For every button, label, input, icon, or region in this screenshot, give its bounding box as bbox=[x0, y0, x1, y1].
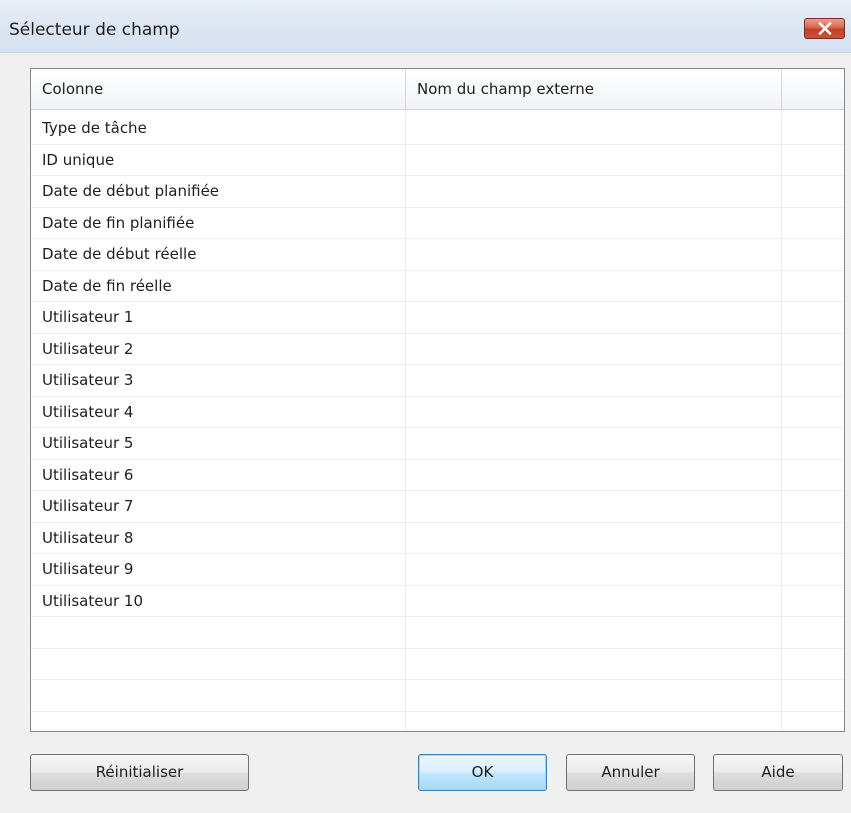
column-header-colonne[interactable]: Colonne bbox=[31, 69, 406, 109]
column-name-cell[interactable]: Utilisateur 3 bbox=[31, 365, 406, 396]
table-row[interactable]: Utilisateur 3 bbox=[31, 365, 844, 397]
column-name-cell[interactable]: Utilisateur 5 bbox=[31, 428, 406, 459]
external-field-cell[interactable] bbox=[406, 396, 782, 427]
column-header-extra[interactable] bbox=[782, 69, 844, 109]
table-row[interactable]: Date de fin planifiée bbox=[31, 207, 844, 239]
field-selector-dialog: Sélecteur de champ Colonne Nom du champ … bbox=[0, 0, 851, 813]
external-field-cell[interactable] bbox=[406, 176, 782, 207]
column-name-cell[interactable]: Utilisateur 10 bbox=[31, 585, 406, 616]
table-row[interactable] bbox=[31, 648, 844, 680]
external-field-cell[interactable] bbox=[406, 302, 782, 333]
external-field-cell[interactable] bbox=[406, 144, 782, 175]
external-field-cell[interactable] bbox=[406, 428, 782, 459]
grid-body: Type de tâche ID unique Date de début plan… bbox=[31, 113, 844, 732]
extra-cell bbox=[782, 712, 844, 732]
column-name-cell[interactable]: Utilisateur 4 bbox=[31, 396, 406, 427]
table-row[interactable]: Utilisateur 8 bbox=[31, 522, 844, 554]
table-row[interactable] bbox=[31, 711, 844, 732]
external-field-cell[interactable] bbox=[406, 207, 782, 238]
table-row[interactable]: Date de début réelle bbox=[31, 239, 844, 271]
extra-cell bbox=[782, 365, 844, 396]
extra-cell bbox=[782, 617, 844, 648]
column-name-cell[interactable]: Utilisateur 2 bbox=[31, 333, 406, 364]
title-bar[interactable]: Sélecteur de champ bbox=[0, 0, 851, 53]
extra-cell bbox=[782, 302, 844, 333]
column-name-cell[interactable]: Utilisateur 9 bbox=[31, 554, 406, 585]
table-row[interactable]: Utilisateur 10 bbox=[31, 585, 844, 617]
field-mapping-grid[interactable]: Colonne Nom du champ externe Type de tâc… bbox=[30, 68, 845, 732]
ok-button[interactable]: OK bbox=[418, 754, 547, 791]
external-field-cell[interactable] bbox=[406, 648, 782, 679]
column-name-cell[interactable]: Date de fin planifiée bbox=[31, 207, 406, 238]
column-name-cell[interactable] bbox=[31, 617, 406, 648]
column-name-cell[interactable]: Date de fin réelle bbox=[31, 270, 406, 301]
column-header-external-field-name[interactable]: Nom du champ externe bbox=[406, 69, 782, 109]
table-row[interactable]: Utilisateur 4 bbox=[31, 396, 844, 428]
table-row[interactable]: Utilisateur 2 bbox=[31, 333, 844, 365]
extra-cell bbox=[782, 208, 844, 239]
table-row[interactable] bbox=[31, 617, 844, 649]
column-name-cell[interactable]: Utilisateur 1 bbox=[31, 302, 406, 333]
external-field-cell[interactable] bbox=[406, 617, 782, 648]
external-field-cell[interactable] bbox=[406, 333, 782, 364]
extra-cell bbox=[782, 523, 844, 554]
external-field-cell[interactable] bbox=[406, 554, 782, 585]
column-name-cell[interactable]: Date de début réelle bbox=[31, 239, 406, 270]
extra-cell bbox=[782, 271, 844, 302]
extra-cell bbox=[782, 145, 844, 176]
external-field-cell[interactable] bbox=[406, 680, 782, 711]
extra-cell bbox=[782, 680, 844, 711]
column-name-cell[interactable]: Type de tâche bbox=[31, 113, 406, 144]
column-name-cell[interactable]: ID unique bbox=[31, 144, 406, 175]
extra-cell bbox=[782, 460, 844, 491]
extra-cell bbox=[782, 491, 844, 522]
extra-cell bbox=[782, 397, 844, 428]
external-field-cell[interactable] bbox=[406, 270, 782, 301]
table-row[interactable]: ID unique bbox=[31, 144, 844, 176]
extra-cell bbox=[782, 176, 844, 207]
column-name-cell[interactable] bbox=[31, 680, 406, 711]
reset-button[interactable]: Réinitialiser bbox=[30, 754, 249, 791]
extra-cell bbox=[782, 586, 844, 617]
column-name-cell[interactable]: Utilisateur 6 bbox=[31, 459, 406, 490]
help-button[interactable]: Aide bbox=[713, 754, 843, 791]
extra-cell bbox=[782, 428, 844, 459]
external-field-cell[interactable] bbox=[406, 711, 782, 731]
external-field-cell[interactable] bbox=[406, 585, 782, 616]
external-field-cell[interactable] bbox=[406, 113, 782, 144]
column-name-cell[interactable]: Utilisateur 7 bbox=[31, 491, 406, 522]
close-button[interactable] bbox=[804, 18, 845, 39]
extra-cell bbox=[782, 554, 844, 585]
table-row[interactable]: Utilisateur 7 bbox=[31, 491, 844, 523]
table-row[interactable]: Utilisateur 9 bbox=[31, 554, 844, 586]
external-field-cell[interactable] bbox=[406, 365, 782, 396]
external-field-cell[interactable] bbox=[406, 522, 782, 553]
table-row[interactable]: Date de début planifiée bbox=[31, 176, 844, 208]
extra-cell bbox=[782, 239, 844, 270]
cancel-button[interactable]: Annuler bbox=[566, 754, 695, 791]
extra-cell bbox=[782, 113, 844, 144]
external-field-cell[interactable] bbox=[406, 459, 782, 490]
column-name-cell[interactable]: Date de début planifiée bbox=[31, 176, 406, 207]
extra-cell bbox=[782, 649, 844, 680]
column-name-cell[interactable] bbox=[31, 648, 406, 679]
external-field-cell[interactable] bbox=[406, 491, 782, 522]
table-row[interactable]: Utilisateur 5 bbox=[31, 428, 844, 460]
table-row[interactable]: Utilisateur 1 bbox=[31, 302, 844, 334]
column-name-cell[interactable]: Utilisateur 8 bbox=[31, 522, 406, 553]
table-row[interactable]: Date de fin réelle bbox=[31, 270, 844, 302]
window-title: Sélecteur de champ bbox=[9, 20, 180, 40]
table-row[interactable] bbox=[31, 680, 844, 712]
external-field-cell[interactable] bbox=[406, 239, 782, 270]
column-name-cell[interactable] bbox=[31, 711, 406, 731]
table-row[interactable]: Utilisateur 6 bbox=[31, 459, 844, 491]
close-icon bbox=[818, 22, 832, 35]
table-row[interactable]: Type de tâche bbox=[31, 113, 844, 145]
extra-cell bbox=[782, 334, 844, 365]
grid-header: Colonne Nom du champ externe bbox=[31, 69, 844, 110]
